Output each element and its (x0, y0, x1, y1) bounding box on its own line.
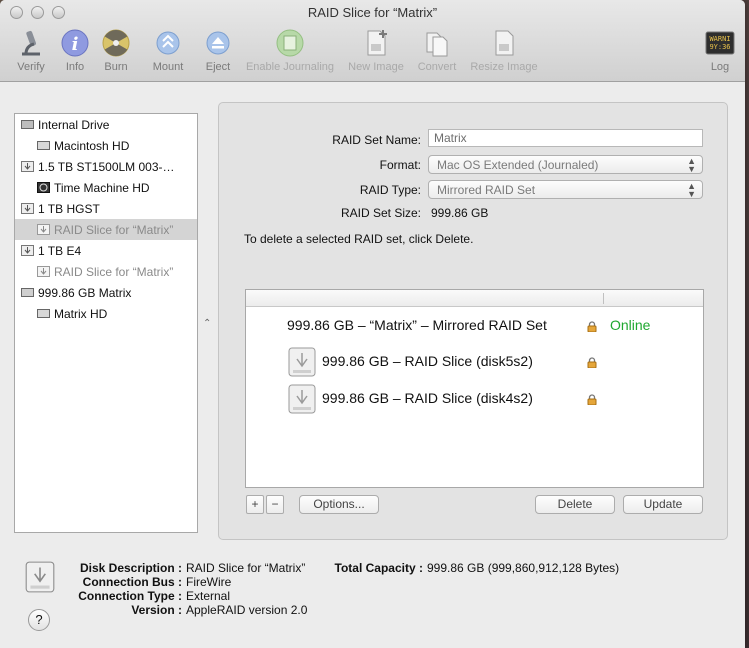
info-button[interactable]: i Info (59, 28, 91, 73)
time-machine-icon (37, 182, 50, 193)
connection-type-value: External (186, 589, 231, 603)
raid-slice-icon (37, 224, 50, 235)
volume-icon (37, 309, 50, 318)
raid-drive-icon (21, 288, 34, 297)
window-title: RAID Slice for “Matrix” (307, 5, 438, 20)
raid-slice-drive-icon (288, 384, 316, 414)
eject-button[interactable]: Eject (200, 28, 236, 73)
update-button[interactable]: Update (623, 495, 703, 514)
convert-button[interactable]: Convert (412, 28, 462, 73)
raid-type-label: RAID Type: (359, 183, 421, 197)
raid-name-input[interactable]: Matrix (428, 129, 703, 147)
usb-drive-icon (21, 161, 34, 172)
splitter-handle[interactable]: ⌃ (203, 318, 211, 329)
lock-icon (587, 321, 597, 332)
format-label: Format: (379, 158, 421, 172)
resize-image-icon (495, 30, 514, 56)
raid-slice-drive-icon (288, 347, 316, 377)
disk-utility-window: RAID Slice for “Matrix” Verify i Info Bu… (0, 0, 745, 648)
table-header (246, 290, 703, 307)
sidebar-item-matrix-hd[interactable]: Matrix HD (15, 303, 197, 324)
delete-button[interactable]: Delete (535, 495, 615, 514)
raid-size-label: RAID Set Size: (340, 206, 421, 220)
connection-bus-label: Connection Bus : (82, 575, 182, 589)
convert-icon (426, 32, 448, 57)
volume-icon (37, 141, 50, 150)
updown-arrows-icon: ▲ ▼ (687, 156, 696, 174)
raid-members-table[interactable]: 999.86 GB – “Matrix” – Mirrored RAID Set… (245, 289, 704, 488)
updown-arrows-icon: ▲ ▼ (687, 181, 696, 199)
total-capacity-value: 999.86 GB (999,860,912,128 Bytes) (427, 561, 620, 575)
version-value: AppleRAID version 2.0 (186, 603, 308, 617)
options-button[interactable]: Options... (299, 495, 379, 514)
status-online: Online (610, 317, 651, 333)
format-select[interactable]: Mac OS Extended (Journaled) ▲ ▼ (428, 155, 703, 174)
raid-size-value: 999.86 GB (431, 206, 489, 220)
raid-type-select[interactable]: Mirrored RAID Set ▲ ▼ (428, 180, 703, 199)
console-log-icon: WARNI 9Y:36 (705, 31, 735, 55)
device-sidebar[interactable]: Internal Drive Macintosh HD 1.5 TB ST150… (14, 113, 198, 533)
disk-description-value: RAID Slice for “Matrix” (186, 561, 306, 575)
sidebar-item-1tb-e4[interactable]: 1 TB E4 (15, 240, 197, 261)
log-button[interactable]: WARNI 9Y:36 Log (702, 28, 738, 73)
sidebar-item-raid-slice-hgst[interactable]: RAID Slice for “Matrix” (15, 219, 197, 240)
total-capacity-label: Total Capacity : (334, 561, 423, 575)
sidebar-item-raid-slice-e4[interactable]: RAID Slice for “Matrix” (15, 261, 197, 282)
table-row-slice-disk4s2[interactable]: 999.86 GB – RAID Slice (disk4s2) (246, 383, 703, 415)
version-label: Version : (131, 603, 182, 617)
svg-text:i: i (72, 34, 79, 55)
sidebar-item-st1500lm[interactable]: 1.5 TB ST1500LM 003-… (15, 156, 197, 177)
help-button[interactable]: ? (28, 609, 50, 631)
sidebar-item-time-machine-hd[interactable]: Time Machine HD (15, 177, 197, 198)
new-image-icon (367, 30, 387, 56)
remove-button[interactable]: − (266, 495, 284, 514)
disk-description-label: Disk Description : (79, 561, 182, 575)
delete-instructions: To delete a selected RAID set, click Del… (244, 232, 474, 246)
journaling-icon (276, 29, 304, 57)
sidebar-item-1tb-hgst[interactable]: 1 TB HGST (15, 198, 197, 219)
sidebar-item-matrix-raid[interactable]: 999.86 GB Matrix (15, 282, 197, 303)
enable-journaling-button[interactable]: Enable Journaling (242, 28, 338, 73)
connection-type-label: Connection Type : (78, 589, 182, 603)
add-button[interactable]: + (246, 495, 264, 514)
svg-text:9Y:36: 9Y:36 (709, 43, 730, 51)
burn-button[interactable]: Burn (98, 28, 134, 73)
mount-icon (156, 31, 180, 55)
new-image-button[interactable]: New Image (345, 28, 407, 73)
eject-icon (206, 31, 230, 55)
lock-icon (587, 357, 597, 368)
table-row-slice-disk5s2[interactable]: 999.86 GB – RAID Slice (disk5s2) (246, 346, 703, 378)
usb-drive-icon (21, 245, 34, 256)
toolbar: RAID Slice for “Matrix” Verify i Info Bu… (0, 0, 745, 82)
info-icon: i (61, 29, 89, 57)
resize-image-button[interactable]: Resize Image (466, 28, 542, 73)
raid-panel: RAID Set Name: Matrix Format: Mac OS Ext… (218, 102, 728, 540)
internal-drive-icon (21, 120, 34, 129)
usb-drive-icon (21, 203, 34, 214)
svg-text:WARNI: WARNI (709, 35, 730, 43)
raid-slice-icon (37, 266, 50, 277)
sidebar-item-macintosh-hd[interactable]: Macintosh HD (15, 135, 197, 156)
verify-button[interactable]: Verify (12, 28, 50, 73)
sidebar-item-internal-drive[interactable]: Internal Drive (15, 114, 197, 135)
microscope-icon (22, 30, 40, 56)
mount-button[interactable]: Mount (148, 28, 188, 73)
connection-bus-value: FireWire (186, 575, 232, 589)
raid-name-label: RAID Set Name: (332, 133, 421, 147)
lock-icon (587, 394, 597, 405)
selected-disk-icon (25, 561, 55, 593)
burn-radiation-icon (102, 29, 130, 57)
